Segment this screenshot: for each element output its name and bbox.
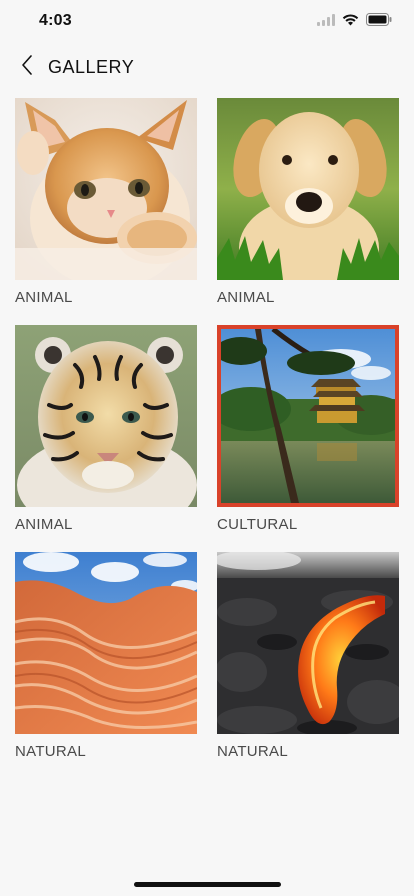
- gallery-item[interactable]: ANIMAL: [15, 98, 197, 325]
- gallery-item-caption: CULTURAL: [217, 516, 298, 533]
- wifi-icon: [342, 13, 359, 31]
- gallery-item[interactable]: NATURAL: [15, 552, 197, 779]
- gallery-item-caption: NATURAL: [15, 743, 86, 760]
- gallery-item-caption: ANIMAL: [217, 289, 275, 306]
- gallery-item-caption: ANIMAL: [15, 289, 73, 306]
- gallery-item[interactable]: CULTURAL: [217, 325, 399, 552]
- status-time: 4:03: [39, 12, 72, 29]
- page-title: GALLERY: [48, 57, 135, 77]
- tiger-photo[interactable]: [15, 325, 197, 507]
- status-icons: [317, 13, 392, 31]
- gallery-item-caption: ANIMAL: [15, 516, 73, 533]
- signal-icon: [317, 13, 335, 31]
- gallery-item[interactable]: NATURAL: [217, 552, 399, 779]
- gallery-item[interactable]: ANIMAL: [15, 325, 197, 552]
- battery-icon: [366, 13, 392, 31]
- kitten-photo[interactable]: [15, 98, 197, 280]
- pagoda-temple-photo[interactable]: [217, 325, 399, 507]
- gallery-item-caption: NATURAL: [217, 743, 288, 760]
- home-indicator[interactable]: [134, 882, 281, 887]
- lava-flow-photo[interactable]: [217, 552, 399, 734]
- puppy-photo[interactable]: [217, 98, 399, 280]
- status-bar: 4:03: [0, 0, 414, 44]
- back-button[interactable]: [12, 52, 42, 82]
- sandstone-canyon-photo[interactable]: [15, 552, 197, 734]
- gallery-item[interactable]: ANIMAL: [217, 98, 399, 325]
- gallery-grid: ANIMAL ANIMAL ANIMAL CULTURAL NATURAL NA…: [15, 98, 400, 779]
- navigation-bar: GALLERY: [0, 44, 414, 90]
- chevron-left-icon: [21, 54, 33, 80]
